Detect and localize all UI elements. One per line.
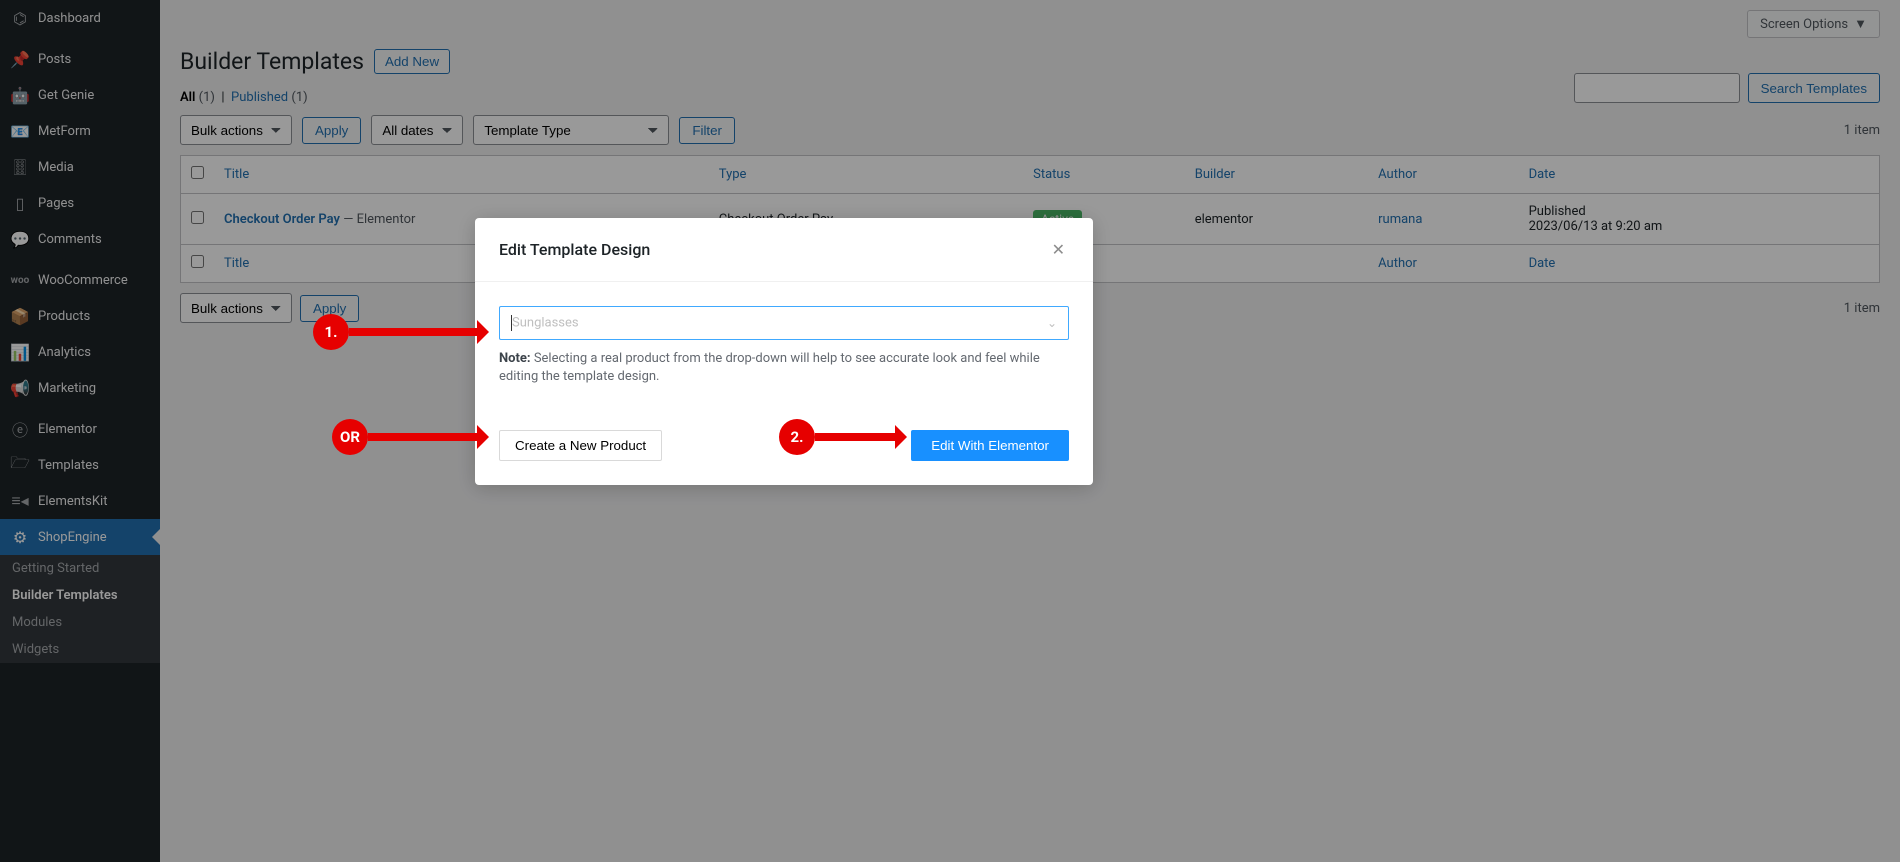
close-icon[interactable]: ✕ [1048,236,1069,263]
note-text: Note: Selecting a real product from the … [499,350,1069,386]
select-placeholder: Sunglasses [512,315,579,330]
chevron-down-icon: ⌄ [1047,316,1057,330]
edit-with-elementor-button[interactable]: Edit With Elementor [911,430,1069,461]
create-new-product-button[interactable]: Create a New Product [499,430,662,461]
annotation-arrow-1 [349,328,485,336]
annotation-arrow-or [368,433,485,441]
annotation-arrow-2 [815,433,903,441]
note-label: Note: [499,351,531,366]
note-body: Selecting a real product from the drop-d… [499,351,1040,384]
annotation-badge-2: 2. [779,419,815,455]
product-select[interactable]: Sunglasses ⌄ [499,306,1069,340]
annotation-badge-1: 1. [313,314,349,350]
modal-title: Edit Template Design [499,240,650,259]
annotation-badge-or: OR [332,419,368,455]
